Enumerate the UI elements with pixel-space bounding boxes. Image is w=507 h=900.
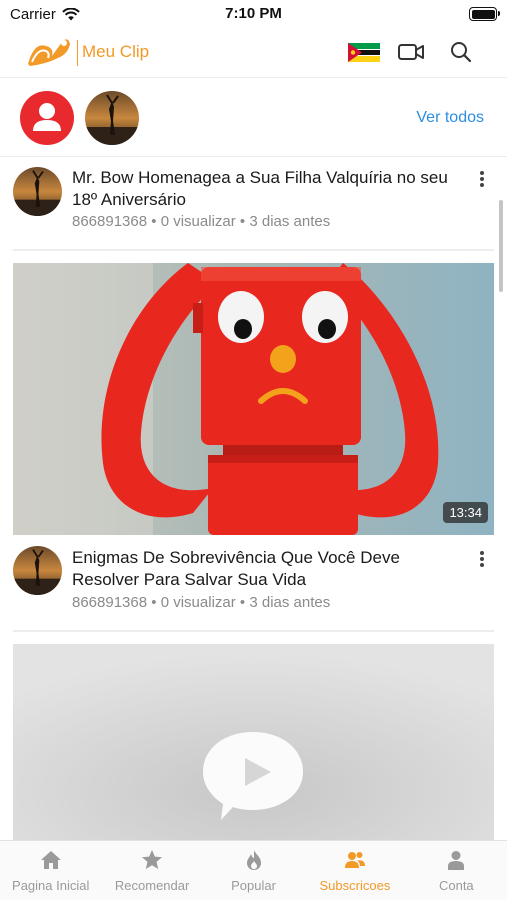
separator-dot: • (151, 213, 157, 230)
see-all-link[interactable]: Ver todos (416, 109, 484, 127)
video-title[interactable]: Enigmas De Sobrevivência Que Você Deve R… (72, 547, 467, 591)
channel-avatar[interactable] (13, 167, 62, 216)
tab-home[interactable]: Pagina Inicial (0, 841, 101, 900)
my-subscriptions-avatar[interactable] (20, 91, 74, 145)
tab-label: Pagina Inicial (12, 878, 90, 893)
account-icon (448, 851, 465, 870)
tab-recommend[interactable]: Recomendar (101, 841, 202, 900)
red-robot-toy-image (13, 263, 494, 535)
bottom-tab-bar: Pagina Inicial Recomendar Popular Subscr… (0, 840, 507, 900)
tab-popular[interactable]: Popular (203, 841, 304, 900)
separator-dot: • (239, 213, 246, 230)
view-count: 0 visualizar (160, 213, 236, 230)
video-subtitle: 866891368 • 0 visualizar • 3 dias antes (72, 594, 330, 611)
battery-icon (469, 7, 500, 21)
sunset-silhouette-image (85, 91, 139, 145)
view-count: 0 visualizar (160, 594, 236, 611)
placeholder-image (13, 644, 494, 840)
subscriptions-strip: Ver todos (0, 79, 507, 157)
video-subtitle: 866891368 • 0 visualizar • 3 dias antes (72, 213, 330, 230)
upload-age: 3 dias antes (249, 213, 331, 230)
tab-subscriptions[interactable]: Subscricoes (304, 841, 405, 900)
app-header: Meu Clip (0, 28, 507, 78)
tab-label: Popular (231, 878, 276, 893)
more-options-icon[interactable] (475, 169, 489, 191)
status-bar: Carrier 7:10 PM (0, 0, 507, 28)
flame-icon (246, 850, 261, 870)
channel-avatar[interactable] (85, 91, 139, 145)
tab-account[interactable]: Conta (406, 841, 507, 900)
channel-name[interactable]: 866891368 (72, 594, 147, 611)
video-item[interactable]: Enigmas De Sobrevivência Que Você Deve R… (0, 535, 507, 631)
clock: 7:10 PM (225, 5, 282, 22)
video-duration-badge: 13:34 (443, 502, 488, 523)
sunset-silhouette-image (13, 546, 62, 595)
channel-name[interactable]: 866891368 (72, 213, 147, 230)
video-title[interactable]: Mr. Bow Homenagea a Sua Filha Valquíria … (72, 167, 467, 211)
logo-separator (77, 40, 78, 66)
mozambique-flag-icon[interactable] (348, 43, 380, 62)
tab-label: Conta (438, 878, 474, 893)
video-thumbnail[interactable]: 13:34 (13, 263, 494, 535)
video-item[interactable]: Mr. Bow Homenagea a Sua Filha Valquíria … (0, 157, 507, 250)
home-icon (40, 851, 61, 869)
sunset-silhouette-image (13, 167, 62, 216)
scrollbar[interactable] (499, 200, 503, 292)
meu-clip-logo[interactable] (24, 34, 74, 72)
tab-label: Recomendar (114, 878, 190, 893)
video-camera-icon[interactable] (397, 41, 425, 63)
star-icon (142, 850, 163, 869)
search-icon[interactable] (449, 40, 473, 64)
upload-age: 3 dias antes (249, 594, 331, 611)
tab-label: Subscricoes (319, 878, 391, 893)
divider (13, 249, 494, 251)
app-name: Meu Clip (82, 42, 150, 61)
separator-dot: • (151, 594, 157, 611)
video-thumbnail-placeholder[interactable] (13, 644, 494, 840)
more-options-icon[interactable] (475, 549, 489, 571)
separator-dot: • (239, 594, 246, 611)
subscriptions-icon (344, 852, 365, 868)
divider (13, 630, 494, 632)
channel-avatar[interactable] (13, 546, 62, 595)
user-icon (33, 103, 61, 131)
